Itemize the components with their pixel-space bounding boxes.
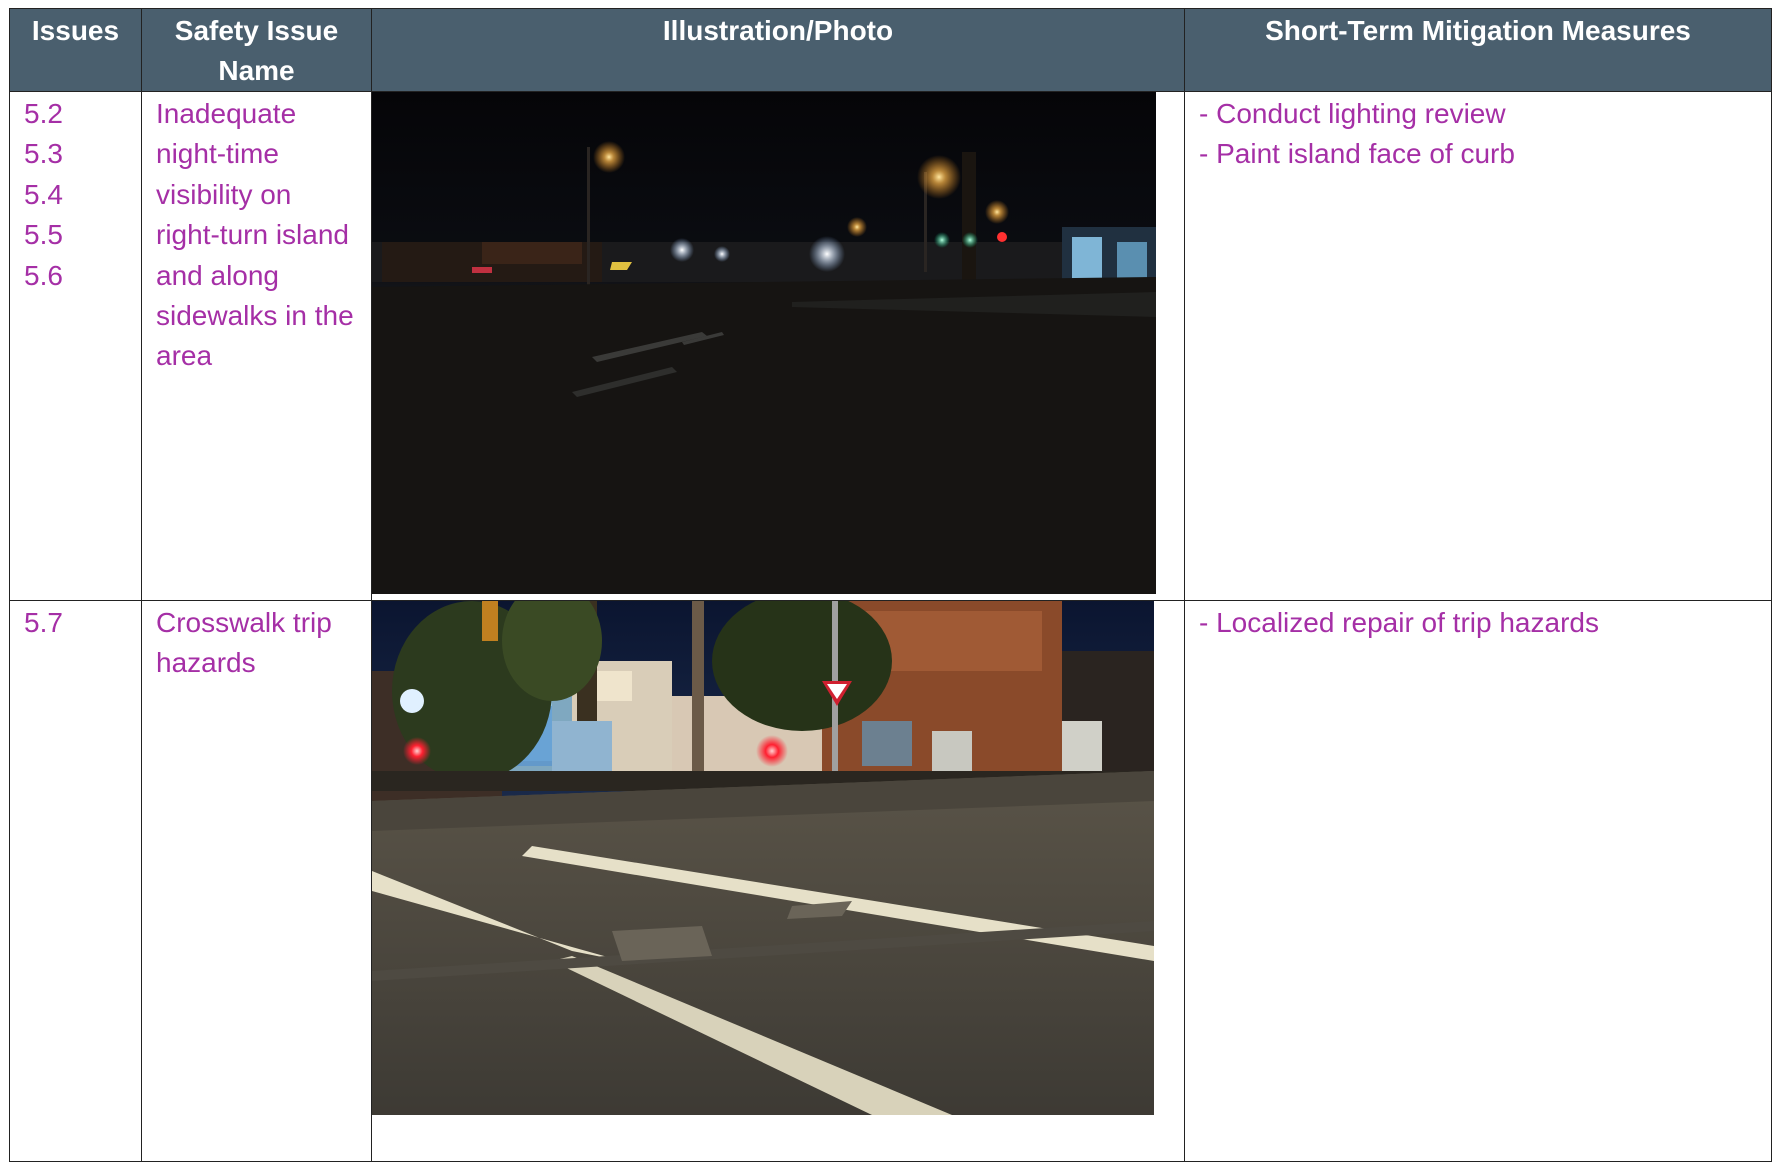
header-issues: Issues [9,8,142,92]
header-safety-issue-name: Safety Issue Name [141,8,372,92]
table-header-row: Issues Safety Issue Name Illustration/Ph… [9,8,1772,92]
issue-number: 5.7 [24,607,63,638]
safety-issue-name-cell: Inadequate night-time visibility on righ… [141,91,372,601]
issue-number: 5.4 [24,178,63,210]
mitigation-cell: - Conduct lighting review - Paint island… [1184,91,1772,601]
header-illustration-photo: Illustration/Photo [371,8,1185,92]
safety-issue-name: Inadequate night-time visibility on righ… [156,98,354,372]
table-row: 5.7 Crosswalk trip hazards - Localized r… [9,600,1772,1162]
mitigation-item: - Paint island face of curb [1199,138,1515,170]
photo-cell [371,91,1185,601]
issue-number: 5.2 [24,98,63,129]
issue-number: 5.6 [24,259,63,291]
crosswalk-photo [372,601,1154,1115]
issue-number: 5.5 [24,219,63,251]
safety-issue-name: Crosswalk trip hazards [156,607,332,679]
mitigation-item: - Conduct lighting review [1199,98,1506,129]
mitigation-item: - Localized repair of trip hazards [1199,607,1599,638]
issue-number: 5.3 [24,138,63,170]
issues-cell: 5.2 5.3 5.4 5.5 5.6 [9,91,142,601]
header-mitigation-measures: Short-Term Mitigation Measures [1184,8,1772,92]
night-street-photo [372,92,1156,594]
safety-issue-name-cell: Crosswalk trip hazards [141,600,372,1162]
document-page: Issues Safety Issue Name Illustration/Ph… [0,0,1779,1162]
safety-issues-table: Issues Safety Issue Name Illustration/Ph… [9,8,1772,1162]
mitigation-cell: - Localized repair of trip hazards [1184,600,1772,1162]
photo-cell [371,600,1185,1162]
table-row: 5.2 5.3 5.4 5.5 5.6 Inadequate night-tim… [9,91,1772,601]
issues-cell: 5.7 [9,600,142,1162]
